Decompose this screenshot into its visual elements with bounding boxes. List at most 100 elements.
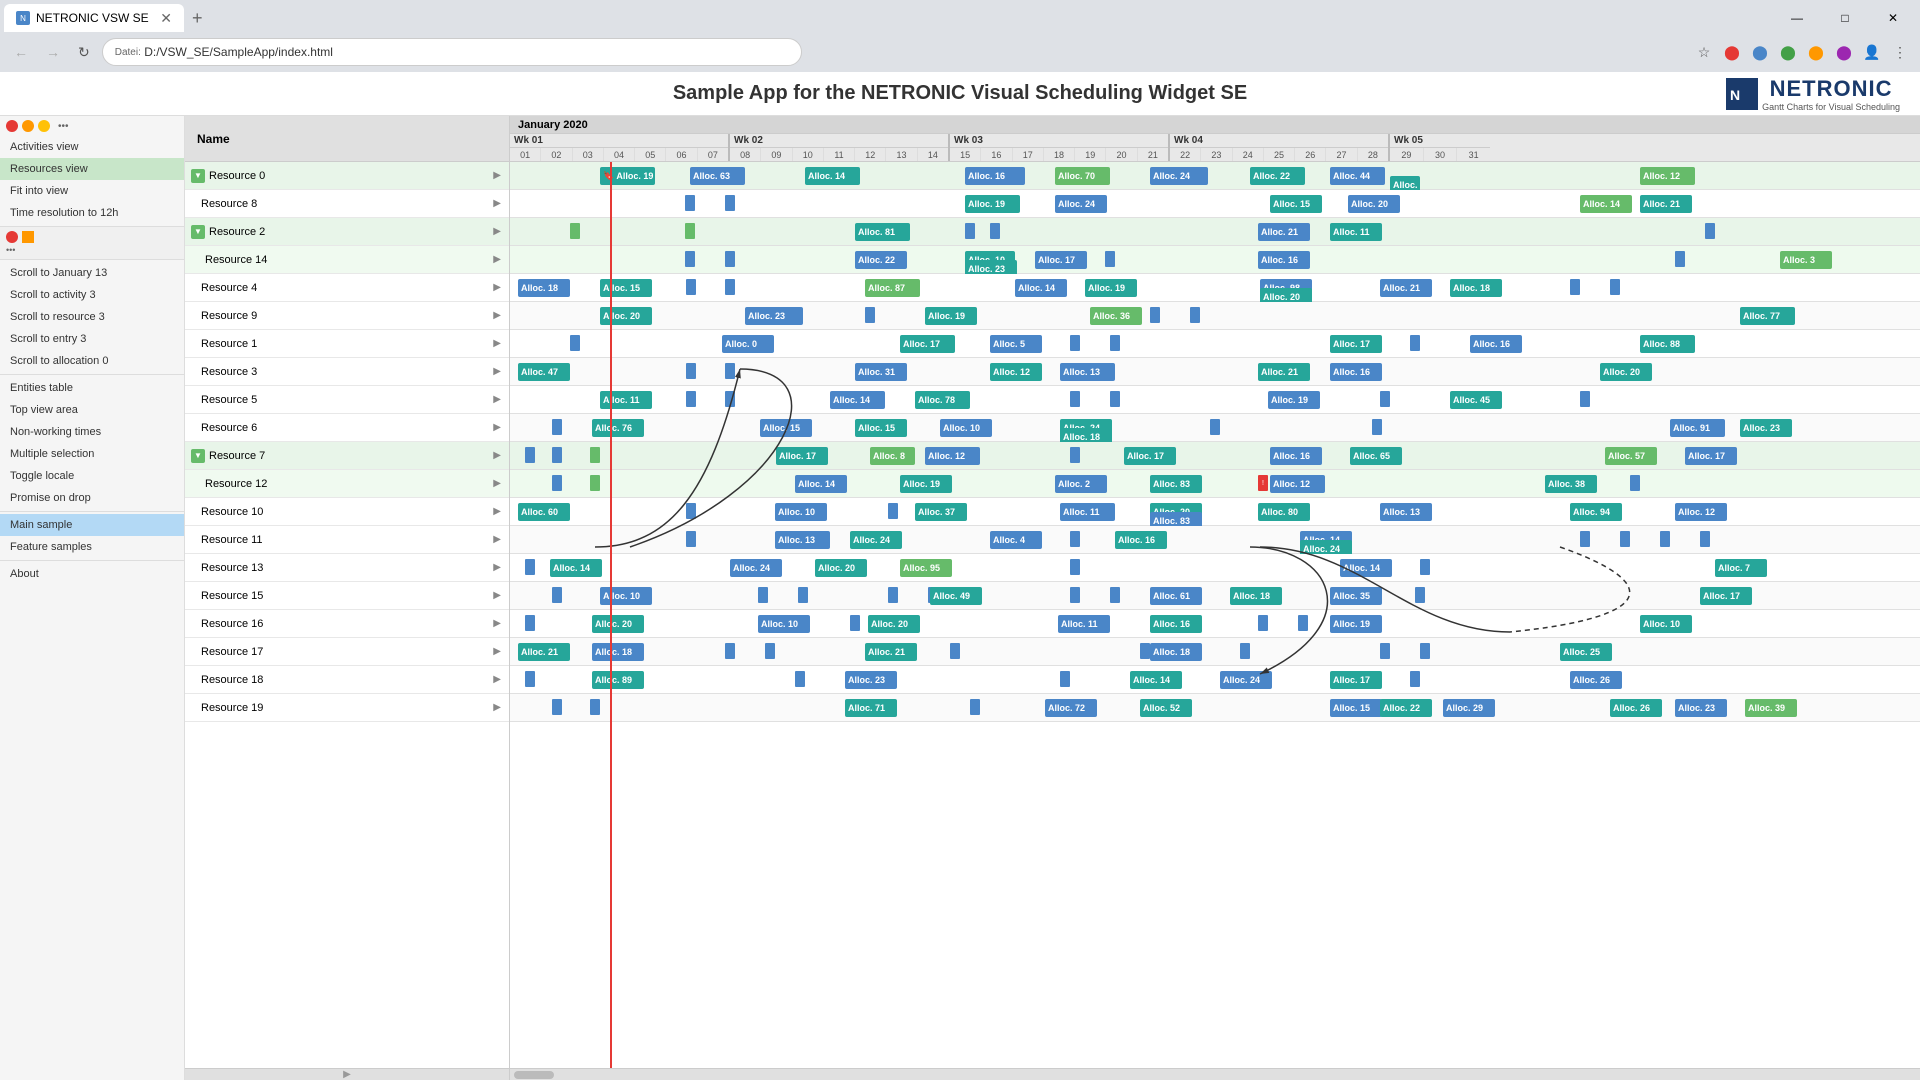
alloc-icon-r1-4[interactable]	[1410, 335, 1420, 351]
alloc-icon-r8-1[interactable]	[685, 195, 695, 211]
expand-r12[interactable]: ▶	[493, 478, 501, 489]
active-tab[interactable]: N NETRONIC VSW SE ✕	[4, 4, 184, 32]
extension-icon1[interactable]: ⬤	[1720, 40, 1744, 64]
alloc-bar-r6-1[interactable]: Alloc. 76	[592, 419, 644, 437]
alloc-bar-r19-2[interactable]: Alloc. 72	[1045, 699, 1097, 717]
extension-icon5[interactable]: ⬤	[1832, 40, 1856, 64]
sidebar-more-icon[interactable]: •••	[58, 121, 69, 132]
alloc-icon-r6-1[interactable]	[552, 419, 562, 435]
label-resource-7[interactable]: ▼ Resource 7 ▶	[185, 442, 509, 470]
address-field[interactable]: Datei: D:/VSW_SE/SampleApp/index.html	[102, 38, 802, 66]
alloc-bar-r3-3[interactable]: Alloc. 12	[990, 363, 1042, 381]
alloc-bar-r16-2[interactable]: Alloc. 10	[758, 615, 810, 633]
alloc-icon-r1-3[interactable]	[1110, 335, 1120, 351]
expand-r2[interactable]: ▶	[493, 226, 501, 237]
alloc-icon-r16-3[interactable]	[1258, 615, 1268, 631]
alloc-bar-r9-1[interactable]: Alloc. 20	[600, 307, 652, 325]
expand-r5[interactable]: ▶	[493, 394, 501, 405]
sidebar-item-top-view-area[interactable]: Top view area	[0, 399, 184, 421]
sidebar-item-time-resolution[interactable]: Time resolution to 12h	[0, 202, 184, 224]
alloc-icon-r14-2[interactable]	[725, 251, 735, 267]
alloc-bar-r16-4[interactable]: Alloc. 11	[1058, 615, 1110, 633]
alloc-bar-r7-1[interactable]: Alloc. 17	[776, 447, 828, 465]
alloc-bar-r1-2[interactable]: Alloc. 17	[900, 335, 955, 353]
expand-r1[interactable]: ▶	[493, 338, 501, 349]
horizontal-scrollbar[interactable]	[510, 1068, 1920, 1080]
alloc-icon-r13-2[interactable]	[1070, 559, 1080, 575]
alloc-bar-r0-7[interactable]: Alloc. 22	[1250, 167, 1305, 185]
alloc-bar-r7-7[interactable]: Alloc. 57	[1605, 447, 1657, 465]
alloc-icon-r11-6[interactable]	[1700, 531, 1710, 547]
alloc-bar-r16-6[interactable]: Alloc. 19	[1330, 615, 1382, 633]
alloc-icon-r5-5[interactable]	[1380, 391, 1390, 407]
alloc-bar-r6-3[interactable]: Alloc. 15	[855, 419, 907, 437]
alloc-icon-r14-4[interactable]	[1675, 251, 1685, 267]
alloc-icon-r12-2[interactable]	[590, 475, 600, 491]
alloc-bar-r11-3[interactable]: Alloc. 4	[990, 531, 1042, 549]
alloc-bar-r10-10[interactable]: Alloc. 12	[1675, 503, 1727, 521]
alloc-bar-r1-3[interactable]: Alloc. 5	[990, 335, 1042, 353]
alloc-bar-r12-2[interactable]: Alloc. 19	[900, 475, 952, 493]
alloc-bar-r14-6[interactable]: Alloc. 3	[1780, 251, 1832, 269]
alloc-icon-r3-2[interactable]	[725, 363, 735, 379]
alloc-bar-r15-2[interactable]: Alloc. 49	[930, 587, 982, 605]
alloc-bar-r1-4[interactable]: Alloc. 17	[1330, 335, 1382, 353]
alloc-bar-r17-4[interactable]: Alloc. 18	[1150, 643, 1202, 661]
alloc-icon-r13-1[interactable]	[525, 559, 535, 575]
alloc-icon-r9-2[interactable]	[1150, 307, 1160, 323]
sidebar-item-entities-table[interactable]: Entities table	[0, 377, 184, 399]
menu-icon[interactable]: ⋮	[1888, 40, 1912, 64]
alloc-bar-r5-4[interactable]: Alloc. 19	[1268, 391, 1320, 409]
alloc-bar-r9-4[interactable]: Alloc. 36	[1090, 307, 1142, 325]
alloc-bar-r13-2[interactable]: Alloc. 24	[730, 559, 782, 577]
scroll-thumb[interactable]	[514, 1071, 554, 1079]
alloc-bar-r10-8[interactable]: Alloc. 13	[1380, 503, 1432, 521]
alloc-bar-r17-1[interactable]: Alloc. 21	[518, 643, 570, 661]
expand-r7[interactable]: ▶	[493, 450, 501, 461]
alloc-bar-r11-2[interactable]: Alloc. 24	[850, 531, 902, 549]
alloc-bar-r0-10[interactable]: Alloc. 12	[1640, 167, 1695, 185]
alloc-bar-r3-2[interactable]: Alloc. 31	[855, 363, 907, 381]
alloc-icon-r12-4[interactable]	[1630, 475, 1640, 491]
expand-r0[interactable]: ▶	[493, 170, 501, 181]
alloc-bar-r7-4[interactable]: Alloc. 17	[1124, 447, 1176, 465]
alloc-icon-r12-1[interactable]	[552, 475, 562, 491]
alloc-icon-r7-2[interactable]	[552, 447, 562, 463]
alloc-bar-r19-6[interactable]: Alloc. 29	[1443, 699, 1495, 717]
alloc-bar-r6-8[interactable]: Alloc. 23	[1740, 419, 1792, 437]
alloc-bar-r2-3[interactable]: Alloc. 11	[1330, 223, 1382, 241]
alloc-bar-r12-4[interactable]: Alloc. 83	[1150, 475, 1202, 493]
alloc-icon-r17-7[interactable]	[1420, 643, 1430, 659]
alloc-icon-r17-3[interactable]	[950, 643, 960, 659]
alloc-icon-r15-2[interactable]	[758, 587, 768, 603]
label-resource-4[interactable]: Resource 4 ▶	[185, 274, 509, 302]
alloc-icon-r5-4[interactable]	[1110, 391, 1120, 407]
alloc-bar-r5-1[interactable]: Alloc. 11	[600, 391, 652, 409]
alloc-bar-r8-6[interactable]: Alloc. 21	[1640, 195, 1692, 213]
alloc-bar-r8-4[interactable]: Alloc. 20	[1348, 195, 1400, 213]
alloc-bar-r4-4[interactable]: Alloc. 14	[1015, 279, 1067, 297]
label-resource-13[interactable]: Resource 13 ▶	[185, 554, 509, 582]
forward-button[interactable]: →	[40, 40, 66, 64]
alloc-bar-r18-2[interactable]: Alloc. 23	[845, 671, 897, 689]
label-resource-10[interactable]: Resource 10 ▶	[185, 498, 509, 526]
alloc-bar-r17-3[interactable]: Alloc. 21	[865, 643, 917, 661]
alloc-icon-r4-4[interactable]	[1610, 279, 1620, 295]
sidebar-item-promise-on-drop[interactable]: Promise on drop	[0, 487, 184, 509]
label-resource-18[interactable]: Resource 18 ▶	[185, 666, 509, 694]
alloc-icon-r18-4[interactable]	[1410, 671, 1420, 687]
alloc-bar-r12-3[interactable]: Alloc. 2	[1055, 475, 1107, 493]
expand-r16[interactable]: ▶	[493, 618, 501, 629]
alloc-bar-r6-2[interactable]: Alloc. 15	[760, 419, 812, 437]
alloc-icon-r9-1[interactable]	[865, 307, 875, 323]
alloc-bar-r15-1[interactable]: Alloc. 10	[600, 587, 652, 605]
alloc-bar-r3-6[interactable]: Alloc. 16	[1330, 363, 1382, 381]
alloc-bar-r0-5[interactable]: Alloc. 70	[1055, 167, 1110, 185]
alloc-icon-r13-3[interactable]	[1420, 559, 1430, 575]
alloc-bar-r11-1[interactable]: Alloc. 13	[775, 531, 830, 549]
sidebar-item-non-working-times[interactable]: Non-working times	[0, 421, 184, 443]
alloc-icon-r5-6[interactable]	[1580, 391, 1590, 407]
alloc-icon-r8-2[interactable]	[725, 195, 735, 211]
expand-r6[interactable]: ▶	[493, 422, 501, 433]
alloc-bar-r9-3[interactable]: Alloc. 19	[925, 307, 977, 325]
